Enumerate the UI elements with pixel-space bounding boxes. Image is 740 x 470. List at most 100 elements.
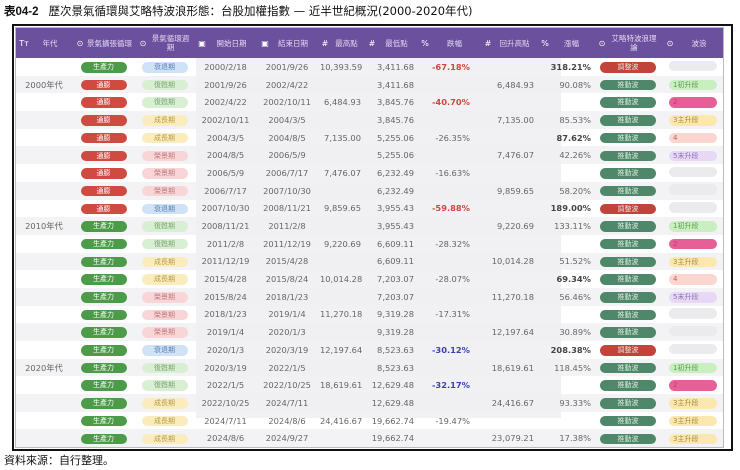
cycle-tag[interactable]: 復甦期 [141,97,188,108]
cycle-tag[interactable]: 成長期 [141,274,188,285]
column-header-10[interactable]: ⊙ 艾略特波浪理論 [594,28,662,58]
column-header-2[interactable]: ⊙ 景氣循環週期 [135,28,194,58]
wave-tag[interactable]: 3主升段 [669,415,717,427]
wave-tag[interactable]: 3主升段 [669,433,717,445]
column-header-4[interactable]: ▣ 結束日期 [257,28,317,58]
expansion-tag[interactable]: 生產力 [80,345,127,356]
cycle-tag[interactable]: 衰退期 [141,62,188,73]
expansion-tag[interactable]: 通膨 [80,132,127,144]
expansion-tag[interactable]: 生產力 [80,292,127,303]
expansion-tag[interactable]: 生產力 [80,309,127,321]
column-header-5[interactable]: # 最高點 [317,28,364,58]
wave-tag[interactable] [669,166,717,178]
elliott-tag[interactable]: 推動波 [600,115,656,126]
expansion-tag[interactable]: 生產力 [80,327,127,338]
wave-tag[interactable]: 3主升段 [669,115,717,126]
elliott-tag[interactable]: 推動波 [600,292,656,303]
elliott-tag[interactable]: 推動波 [600,433,656,445]
expansion-tag[interactable]: 生產力 [80,238,127,250]
elliott-tag[interactable]: 推動波 [600,415,656,427]
elliott-tag[interactable]: 推動波 [600,238,656,250]
cycle-tag[interactable]: 成長期 [141,256,188,268]
cycle-tag[interactable]: 榮景期 [141,150,188,162]
wave-tag[interactable]: 1初升段 [669,362,717,374]
wave-tag[interactable]: 1初升段 [669,79,717,91]
column-header-3[interactable]: ▣ 開始日期 [194,28,257,58]
column-header-11[interactable]: ⊙ 波浪 [662,28,723,58]
expansion-tag[interactable]: 生產力 [80,398,127,409]
elliott-tag[interactable]: 推動波 [600,398,656,409]
wave-tag[interactable]: 5末升段 [669,150,717,162]
elliott-tag[interactable]: 推動波 [600,168,656,179]
column-header-0[interactable]: Tт 年代 [16,28,72,58]
wave-tag[interactable] [669,202,717,213]
elliott-tag[interactable]: 推動波 [600,362,656,374]
expansion-tag[interactable]: 通膨 [80,185,127,197]
cycle-tag[interactable]: 榮景期 [141,309,188,321]
elliott-tag[interactable]: 推動波 [600,221,656,232]
wave-tag[interactable]: 4 [669,132,717,144]
column-header-9[interactable]: % 漲幅 [537,28,594,58]
expansion-tag[interactable]: 通膨 [80,203,127,215]
expansion-tag[interactable]: 生產力 [80,433,127,445]
cycle-tag[interactable]: 復甦期 [141,362,188,374]
elliott-tag[interactable]: 調整波 [600,203,656,215]
wave-tag[interactable]: 3主升段 [669,256,717,268]
expansion-tag[interactable]: 生產力 [80,62,127,73]
elliott-tag[interactable]: 推動波 [600,274,656,285]
expansion-tag[interactable]: 生產力 [80,415,127,427]
cycle-tag[interactable]: 復甦期 [141,221,188,232]
wave-tag[interactable]: 2 [669,97,717,108]
expansion-tag[interactable]: 通膨 [80,97,127,108]
cycle-tag[interactable]: 成長期 [141,415,188,427]
cycle-tag[interactable]: 衰退期 [141,203,188,215]
cycle-tag[interactable]: 榮景期 [141,185,188,197]
expansion-tag[interactable]: 生產力 [80,362,127,374]
elliott-tag[interactable]: 推動波 [600,132,656,144]
cycle-tag[interactable]: 榮景期 [141,327,188,338]
column-header-6[interactable]: # 最低點 [364,28,417,58]
wave-tag[interactable]: 2 [669,380,717,391]
expansion-tag[interactable]: 生產力 [80,274,127,285]
wave-tag[interactable]: 3主升段 [669,398,717,409]
cycle-tag[interactable]: 衰退期 [141,345,188,356]
wave-tag[interactable]: 1初升段 [669,221,717,232]
cycle-tag[interactable]: 復甦期 [141,380,188,391]
expansion-tag[interactable]: 生產力 [80,221,127,232]
cycle-tag[interactable]: 復甦期 [141,79,188,91]
expansion-tag[interactable]: 通膨 [80,115,127,126]
expansion-tag[interactable]: 通膨 [80,150,127,162]
wave-tag[interactable] [669,184,717,195]
elliott-tag[interactable]: 推動波 [600,256,656,268]
column-header-7[interactable]: % 跌幅 [417,28,480,58]
elliott-tag[interactable]: 調整波 [600,62,656,73]
elliott-tag[interactable]: 調整波 [600,345,656,356]
expansion-tag[interactable]: 通膨 [80,168,127,179]
cycle-tag[interactable]: 復甦期 [141,238,188,250]
wave-tag[interactable] [669,325,717,337]
wave-tag[interactable]: 2 [669,238,717,250]
wave-tag[interactable]: 5末升段 [669,292,717,303]
expansion-tag[interactable]: 通膨 [80,79,127,91]
expansion-tag[interactable]: 生產力 [80,380,127,391]
cycle-tag[interactable]: 成長期 [141,132,188,144]
elliott-tag[interactable]: 推動波 [600,185,656,197]
elliott-tag[interactable]: 推動波 [600,327,656,338]
cycle-tag[interactable]: 榮景期 [141,168,188,179]
expansion-tag[interactable]: 生產力 [80,256,127,268]
wave-tag[interactable] [669,343,717,355]
cycle-tag[interactable]: 榮景期 [141,292,188,303]
wave-tag[interactable] [669,308,717,319]
elliott-tag[interactable]: 推動波 [600,380,656,391]
elliott-tag[interactable]: 推動波 [600,150,656,162]
cycle-tag[interactable]: 成長期 [141,398,188,409]
column-header-8[interactable]: # 回升高點 [480,28,537,58]
wave-tag[interactable]: 4 [669,274,717,285]
elliott-tag[interactable]: 推動波 [600,79,656,91]
cycle-tag[interactable]: 成長期 [141,115,188,126]
elliott-tag[interactable]: 推動波 [600,309,656,321]
column-header-1[interactable]: ⊙ 景氣擴張循環 [72,28,135,58]
elliott-tag[interactable]: 推動波 [600,97,656,108]
cycle-tag[interactable]: 成長期 [141,433,188,445]
wave-tag[interactable] [669,60,717,72]
